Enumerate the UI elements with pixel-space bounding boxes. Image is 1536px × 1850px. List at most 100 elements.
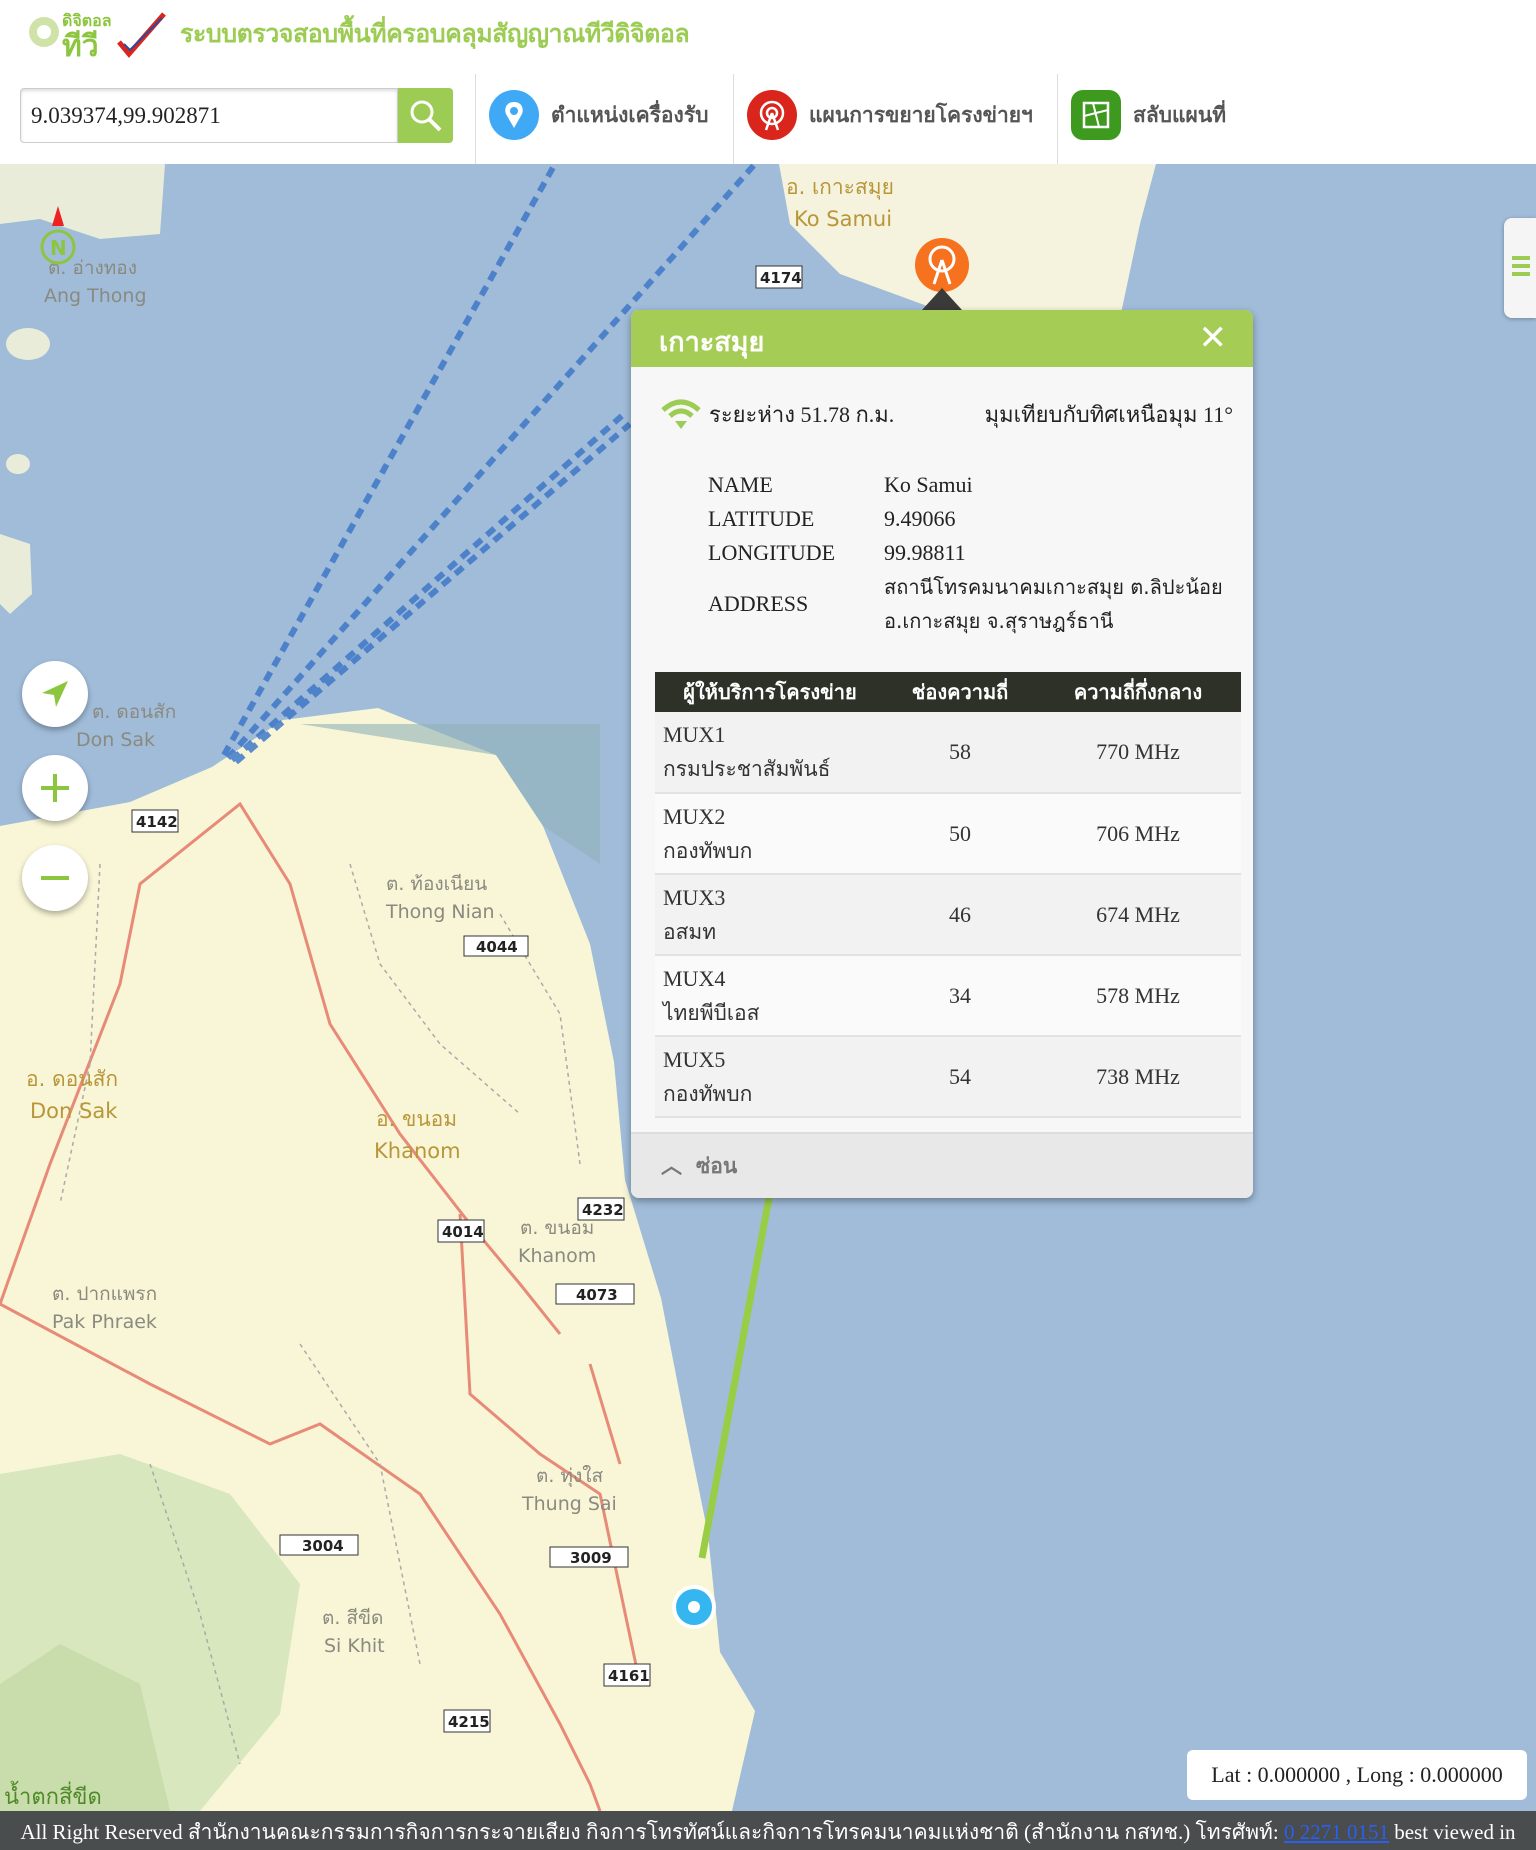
map-label: Ang Thong <box>44 285 147 307</box>
hide-label: ซ่อน <box>696 1154 738 1178</box>
map-label: ต. ดอนสัก <box>92 701 176 723</box>
svg-text:4161: 4161 <box>608 1667 650 1685</box>
table-row: MUX5 กองทัพบก 54 738 MHz <box>655 1036 1241 1118</box>
map-label: Si Khit <box>324 1635 385 1657</box>
svg-text:3004: 3004 <box>302 1537 344 1555</box>
chevron-up-icon: ︿ <box>661 1154 682 1178</box>
map-label: อ. ดอนสัก <box>26 1067 118 1091</box>
info-key: LONGITUDE <box>708 540 836 565</box>
svg-text:ทีวี: ทีวี <box>62 29 99 60</box>
provider-name: กองทัพบก <box>663 838 753 863</box>
nav-label: แผนการขยายโครงข่ายฯ <box>809 102 1033 127</box>
nav-receiver-location[interactable]: ตำแหน่งเครื่องรับ <box>489 90 708 140</box>
svg-text:N: N <box>50 236 67 260</box>
divider <box>733 74 734 164</box>
distance-row: ระยะห่าง 51.78 ก.ม. มุมเทียบกับทิศเหนือม… <box>659 396 1233 432</box>
nav-switch-map[interactable]: สลับแผนที่ <box>1071 90 1226 140</box>
map-label: ต. สีขีด <box>322 1607 383 1629</box>
table-row: MUX4 ไทยพีบีเอส 34 578 MHz <box>655 955 1241 1037</box>
bearing-text: มุมเทียบกับทิศเหนือมุม 11° <box>984 401 1233 427</box>
provider-name: อสมท <box>663 919 717 944</box>
cursor-latlong: Lat : 0.000000 , Long : 0.000000 <box>1187 1750 1527 1800</box>
map-label: ต. ปากแพรก <box>52 1283 157 1305</box>
channel-cell: 54 <box>885 1036 1035 1118</box>
receiver-location-marker[interactable] <box>672 1585 716 1629</box>
phone-link[interactable]: 0 2271 0151 <box>1284 1820 1389 1844</box>
map-label: Don Sak <box>76 729 155 751</box>
location-pin-icon <box>489 90 539 140</box>
svg-text:4232: 4232 <box>582 1201 624 1219</box>
map-label: Thong Nian <box>385 901 495 923</box>
popup-header: เกาะสมุย ✕ <box>631 310 1253 367</box>
frequency-cell: 578 MHz <box>1035 955 1241 1037</box>
menu-icon <box>1512 256 1530 276</box>
mux-name: MUX3 <box>663 884 726 910</box>
zoom-out-button[interactable] <box>22 845 88 911</box>
info-value: Ko Samui <box>884 472 973 497</box>
hide-button[interactable]: ︿ ซ่อน <box>631 1132 1253 1198</box>
distance-text: ระยะห่าง 51.78 ก.ม. <box>709 401 895 427</box>
svg-text:4073: 4073 <box>576 1286 618 1304</box>
provider-name: กรมประชาสัมพันธ์ <box>663 757 831 781</box>
footer-text: All Right Reserved สำนักงานคณะกรรมการกิจ… <box>20 1820 1284 1844</box>
provider-cell: MUX4 ไทยพีบีเอส <box>655 955 885 1037</box>
mux-name: MUX1 <box>663 722 726 747</box>
provider-cell: MUX2 กองทัพบก <box>655 793 885 875</box>
svg-text:4142: 4142 <box>136 813 178 831</box>
close-icon[interactable]: ✕ <box>1199 318 1228 358</box>
provider-cell: MUX3 อสมท <box>655 874 885 956</box>
svg-text:4215: 4215 <box>448 1713 490 1731</box>
header: ดิจิตอล ทีวี ระบบตรวจสอบพื้นที่ครอบคลุมส… <box>0 0 1536 164</box>
provider-cell: MUX5 กองทัพบก <box>655 1036 885 1118</box>
map-label: อ. เกาะสมุย <box>786 175 894 200</box>
info-key: ADDRESS <box>708 591 809 616</box>
map-label: Pak Phraek <box>52 1311 157 1333</box>
locate-me-button[interactable] <box>22 661 88 727</box>
table-row: MUX3 อสมท 46 674 MHz <box>655 874 1241 956</box>
table-row: MUX1 กรมประชาสัมพันธ์ 58 770 MHz <box>655 712 1241 794</box>
info-value: 9.49066 <box>884 506 956 531</box>
info-value: 99.98811 <box>884 540 966 565</box>
zoom-in-button[interactable] <box>22 755 88 821</box>
map-label: ต. ท้องเนียน <box>386 873 487 895</box>
popup-title: เกาะสมุย <box>659 327 765 358</box>
signal-icon <box>661 399 701 429</box>
broadcast-tower-icon <box>747 90 797 140</box>
divider <box>1057 74 1058 164</box>
map-label: Ko Samui <box>794 207 892 231</box>
site-title: ระบบตรวจสอบพื้นที่ครอบคลุมสัญญาณทีวีดิจิ… <box>180 19 690 48</box>
column-header: ความถี่กึ่งกลาง <box>1035 672 1241 712</box>
mux-name: MUX2 <box>663 803 726 829</box>
navigation-arrow-icon <box>42 681 68 707</box>
frequency-cell: 674 MHz <box>1035 874 1241 956</box>
channel-cell: 50 <box>885 793 1035 875</box>
column-header: ผู้ให้บริการโครงข่าย <box>655 672 885 712</box>
search-icon <box>410 100 441 131</box>
svg-text:4174: 4174 <box>760 269 802 287</box>
mux-name: MUX4 <box>663 965 726 991</box>
provider-name: กองทัพบก <box>663 1081 753 1106</box>
map-label: ต. ทุ่งใส <box>536 1465 603 1488</box>
info-key: NAME <box>708 472 773 497</box>
minus-icon <box>41 876 69 880</box>
channel-cell: 58 <box>885 712 1035 794</box>
side-panel-handle[interactable] <box>1504 218 1536 318</box>
logo-icon: ดิจิตอล ทีวี <box>29 11 166 64</box>
info-value: สถานีโทรคมนาคมเกาะสมุย ต.ลิปะน้อย อ.เกาะ… <box>884 575 1223 633</box>
footer: All Right Reserved สำนักงานคณะกรรมการกิจ… <box>0 1811 1536 1850</box>
search-button[interactable] <box>398 88 453 143</box>
nav-label: ตำแหน่งเครื่องรับ <box>551 102 709 127</box>
nav-network-plan[interactable]: แผนการขยายโครงข่ายฯ <box>747 90 1033 140</box>
table-row: MUX2 กองทัพบก 50 706 MHz <box>655 793 1241 875</box>
info-key: LATITUDE <box>708 506 815 531</box>
logo[interactable]: ดิจิตอล ทีวี <box>24 4 169 64</box>
mux-name: MUX5 <box>663 1046 726 1072</box>
map-label: Khanom <box>518 1245 596 1267</box>
svg-text:3009: 3009 <box>570 1549 612 1567</box>
provider-cell: MUX1 กรมประชาสัมพันธ์ <box>655 712 885 794</box>
search-input[interactable] <box>20 88 398 143</box>
map-label: อ. ขนอม <box>376 1107 457 1131</box>
map-label: Thung Sai <box>521 1493 617 1515</box>
footer-suffix: best viewed in <box>1388 1820 1516 1844</box>
map-label: Khanom <box>374 1139 461 1163</box>
